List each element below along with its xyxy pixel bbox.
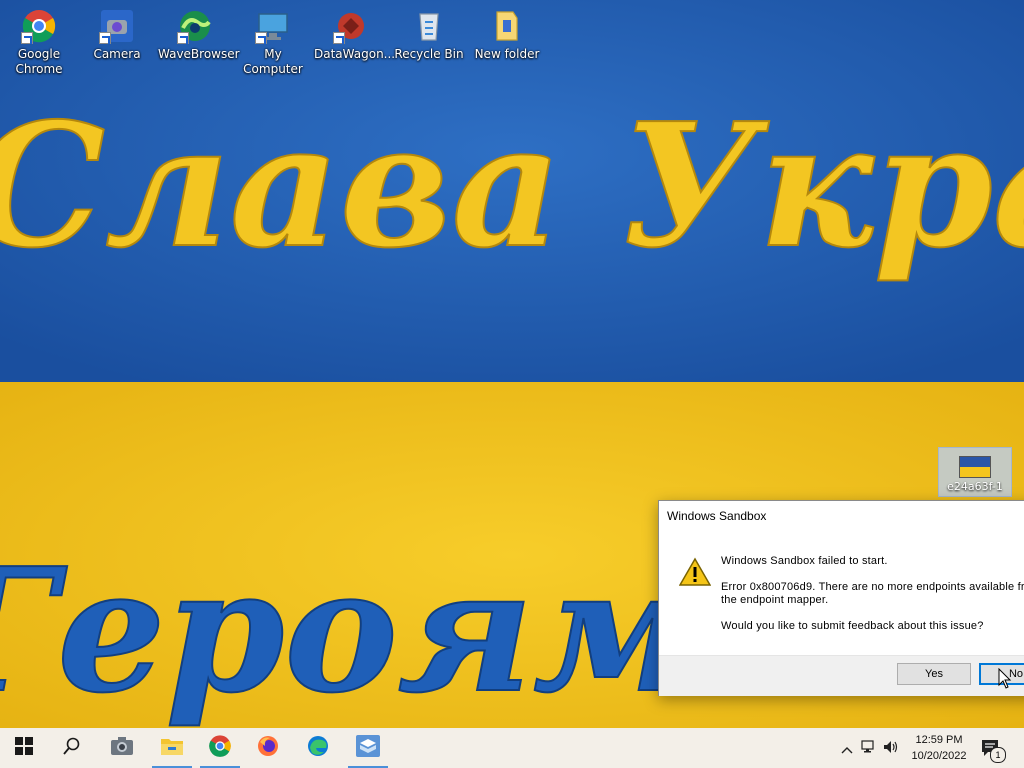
dialog-question: Would you like to submit feedback about … [721,620,984,632]
chrome-icon [208,734,232,762]
desktop-icon-my-computer[interactable]: My Computer [234,2,312,77]
camera-icon [99,8,135,44]
network-icon[interactable] [858,739,880,758]
desktop-icon-label: Recycle Bin [394,47,464,61]
desktop-icon-new-folder[interactable]: New folder [468,2,546,62]
desktop-icon-label: My Computer [243,47,303,76]
image-thumbnail-icon [959,456,991,478]
taskbar-chrome[interactable] [196,728,244,768]
recycle-bin-icon [411,8,447,44]
taskbar-windows-sandbox[interactable] [344,728,392,768]
search-button[interactable] [48,728,96,768]
desktop-icon-label: DataWagon... [314,47,396,61]
dialog-error-line: Error 0x800706d9. There are no more endp… [721,581,1024,593]
firefox-icon [256,734,280,762]
desktop-icon-recycle-bin[interactable]: Recycle Bin [390,2,468,62]
start-button[interactable] [0,728,48,768]
dialog-error-line-cont: the endpoint mapper. [721,594,829,606]
desktop-icon-label: Camera [93,47,141,61]
taskbar-file-explorer[interactable] [148,728,196,768]
start-icon [15,737,33,759]
show-hidden-icons-chevron-icon[interactable] [838,739,856,758]
clock-date: 10/20/2022 [911,750,967,762]
taskbar-firefox[interactable] [244,728,292,768]
dialog-message-heading: Windows Sandbox failed to start. [721,555,888,567]
taskbar-edge[interactable] [294,728,342,768]
taskbar-clock[interactable]: 12:59 PM 10/20/2022 [902,732,976,764]
yes-button[interactable]: Yes [897,663,971,685]
wavebrowser-icon [177,8,213,44]
desktop-icon-image-file[interactable]: e24a63f-1 [938,447,1012,497]
desktop-icon-datawagon[interactable]: DataWagon... [312,2,396,62]
taskbar-camera[interactable] [98,728,146,768]
windows-sandbox-icon [355,734,381,762]
desktop-icon-label: WaveBrowser [158,47,240,61]
camera-icon [110,736,134,760]
mouse-cursor-icon [998,667,1012,694]
desktop-icon-label: New folder [474,47,540,61]
wallpaper-top-text: Слава Україні [0,86,1024,286]
folder-icon [489,8,525,44]
desktop-icon-google-chrome[interactable]: Google Chrome [0,2,78,77]
error-dialog: Windows Sandbox Windows Sandbox failed t… [658,500,1024,696]
search-icon [63,737,81,759]
clock-time: 12:59 PM [915,734,963,746]
chrome-icon [21,8,57,44]
action-center-button[interactable]: 1 [980,737,1006,763]
desktop-icon-label: Google Chrome [15,47,63,76]
volume-icon[interactable] [880,739,902,758]
desktop-icon-wavebrowser[interactable]: WaveBrowser [156,2,240,62]
datawagon-icon [333,8,369,44]
warning-icon [678,557,712,587]
desktop-icon-label: e24a63f-1 [947,480,1003,493]
file-explorer-icon [160,736,184,760]
edge-icon [306,734,330,762]
dialog-title: Windows Sandbox [667,509,767,523]
system-tray [838,728,902,768]
notification-count-badge: 1 [990,747,1006,763]
desktop-icon-camera[interactable]: Camera [78,2,156,62]
computer-icon [255,8,291,44]
